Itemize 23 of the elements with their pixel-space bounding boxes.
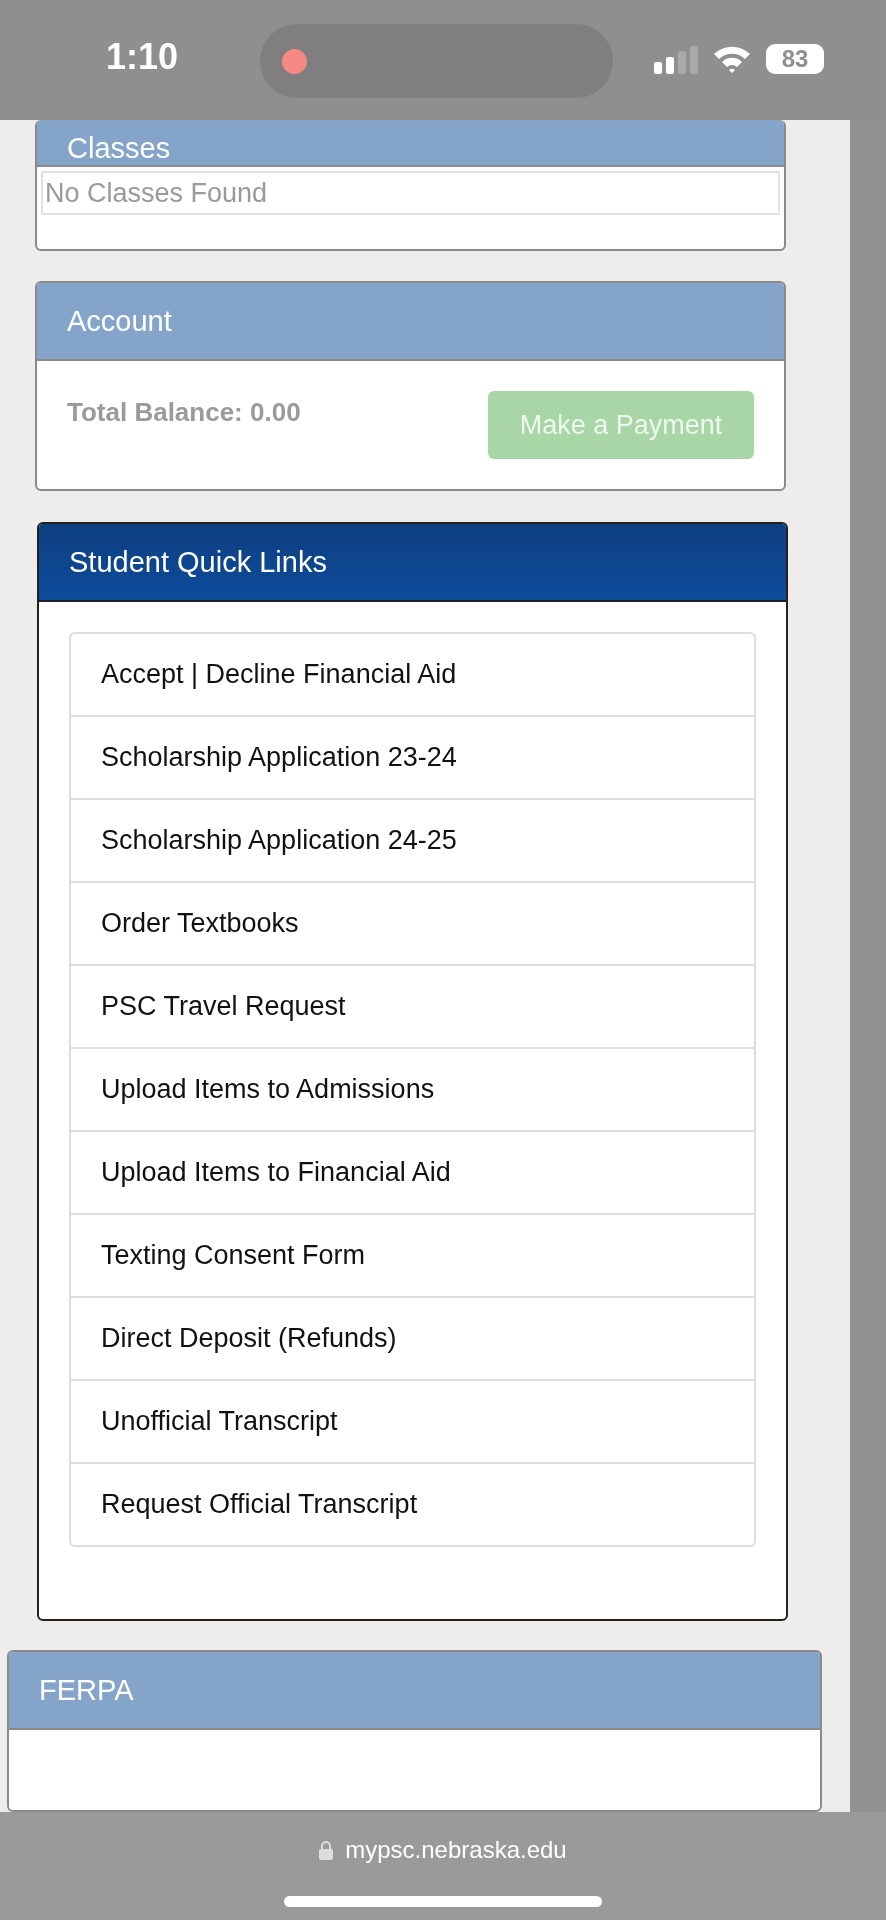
lock-icon (319, 1840, 334, 1860)
quick-link[interactable]: Request Official Transcript (71, 1461, 754, 1545)
quick-link[interactable]: Scholarship Application 24-25 (71, 797, 754, 881)
card-title: Classes (67, 131, 171, 165)
quick-link[interactable]: Direct Deposit (Refunds) (71, 1295, 754, 1379)
total-balance: Total Balance: 0.00 (67, 397, 301, 430)
quick-link[interactable]: Texting Consent Form (71, 1212, 754, 1296)
quick-link[interactable]: Unofficial Transcript (71, 1378, 754, 1462)
card-title: Account (67, 304, 172, 339)
quick-link[interactable]: Accept | Decline Financial Aid (71, 633, 754, 715)
battery-level: 83 (766, 44, 824, 74)
recording-dot (282, 49, 307, 74)
card-title: Student Quick Links (69, 544, 327, 579)
clock-time: 1:10 (106, 36, 179, 78)
quick-link[interactable]: PSC Travel Request (71, 963, 754, 1047)
empty-message: No Classes Found (41, 171, 780, 215)
card-title: FERPA (39, 1673, 134, 1707)
quick-link[interactable]: Upload Items to Financial Aid (71, 1129, 754, 1213)
signal-icon (654, 46, 698, 74)
quick-link[interactable]: Upload Items to Admissions (71, 1046, 754, 1130)
quick-link[interactable]: Scholarship Application 23-24 (71, 714, 754, 798)
quick-link[interactable]: Order Textbooks (71, 880, 754, 964)
wifi-icon (712, 44, 752, 74)
